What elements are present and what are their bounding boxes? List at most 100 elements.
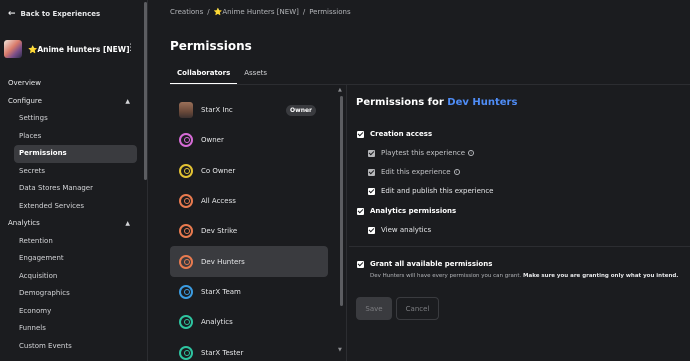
sidebar-item-funnels[interactable]: Funnels xyxy=(0,320,146,338)
panel-divider xyxy=(346,85,347,361)
sidebar-item-custom-events[interactable]: Custom Events xyxy=(0,338,146,356)
grant-all-label: Grant all available permissions xyxy=(370,260,493,268)
sidebar-item-acquisition[interactable]: Acquisition xyxy=(0,268,146,286)
collaborator-all-access[interactable]: All Access xyxy=(170,186,328,216)
page-title: Permissions xyxy=(170,39,252,53)
sidebar-item-places[interactable]: Places xyxy=(0,128,146,146)
permissions-title-prefix: Permissions for xyxy=(356,97,444,108)
sidebar-item-retention[interactable]: Retention xyxy=(0,233,146,251)
edit-publish-checkbox[interactable]: Edit and publish this experience xyxy=(368,187,494,195)
collaborator-name: Dev Hunters xyxy=(201,257,245,266)
cancel-button[interactable]: Cancel xyxy=(396,297,439,320)
back-label: Back to Experiences xyxy=(20,10,101,18)
grant-desc-warning: Make sure you are granting only what you… xyxy=(523,273,679,279)
sidebar-item-label: Data Stores Manager xyxy=(19,184,93,192)
permissions-title-group: Dev Hunters xyxy=(447,97,518,108)
collaborator-name: StarX Inc xyxy=(201,106,233,115)
sidebar-item-label: Analytics xyxy=(8,219,40,227)
collaborator-name: All Access xyxy=(201,197,236,206)
collaborator-dev-hunters[interactable]: Dev Hunters xyxy=(170,246,328,277)
sidebar-item-label: Secrets xyxy=(19,166,46,175)
collaborator-name: Dev Strike xyxy=(201,227,238,236)
collaborator-analytics[interactable]: Analytics xyxy=(170,307,328,337)
sidebar-section-analytics[interactable]: Analytics ▲ xyxy=(0,215,146,233)
collaborator-name: StarX Team xyxy=(201,287,241,296)
section-divider xyxy=(349,246,690,247)
info-icon[interactable] xyxy=(468,150,475,156)
analytics-permissions-checkbox[interactable]: Analytics permissions xyxy=(357,207,456,215)
role-icon xyxy=(179,284,193,299)
sidebar-item-label: Funnels xyxy=(19,324,46,332)
role-icon xyxy=(179,224,193,239)
sidebar-item-extended-services[interactable]: Extended Services xyxy=(0,198,146,216)
sidebar-item-demographics[interactable]: Demographics xyxy=(0,285,146,303)
checkbox-checked-icon xyxy=(368,187,375,195)
chevron-up-icon: ▲ xyxy=(125,97,130,105)
scroll-down-icon[interactable]: ▼ xyxy=(338,347,342,353)
view-analytics-checkbox[interactable]: View analytics xyxy=(368,226,431,234)
sidebar-item-label: Extended Services xyxy=(19,201,84,210)
sidebar-scrollbar[interactable] xyxy=(144,2,147,180)
grant-all-description: Dev Hunters will have every permission y… xyxy=(370,273,678,279)
sidebar-section-configure[interactable]: Configure ▲ xyxy=(0,93,146,111)
back-to-experiences-link[interactable]: ← Back to Experiences xyxy=(8,8,101,19)
experience-header: ⭐Anime Hunters [NEW] ⋮ xyxy=(4,40,135,58)
sidebar-item-label: Overview xyxy=(8,79,41,87)
breadcrumb: Creations / ⭐Anime Hunters [NEW] / Permissio… xyxy=(170,8,351,16)
tab-collaborators[interactable]: Collaborators xyxy=(170,69,238,85)
role-icon xyxy=(179,194,193,209)
role-icon xyxy=(179,345,193,360)
owner-badge: Owner xyxy=(286,105,316,116)
sidebar-item-overview[interactable]: Overview xyxy=(0,75,146,93)
grant-all-checkbox[interactable]: Grant all available permissions xyxy=(357,260,492,268)
breadcrumb-current: Permissions xyxy=(309,8,351,16)
analytics-permissions-label: Analytics permissions xyxy=(370,207,457,215)
collaborator-owner[interactable]: Owner xyxy=(170,125,328,155)
collaborator-starx-team[interactable]: StarX Team xyxy=(170,277,328,307)
collaborator-list: StarX Inc Owner Owner Co Owner All Acces… xyxy=(170,95,328,361)
permissions-title: Permissions for Dev Hunters xyxy=(356,97,517,108)
sidebar-item-secrets[interactable]: Secrets xyxy=(0,163,146,181)
checkbox-checked-icon xyxy=(357,130,364,138)
collaborator-name: Co Owner xyxy=(201,166,236,175)
chevron-up-icon: ▲ xyxy=(125,220,130,227)
sidebar-item-label: Demographics xyxy=(19,289,70,297)
sidebar-item-permissions[interactable]: Permissions xyxy=(14,145,137,163)
role-icon xyxy=(179,315,193,330)
sidebar-item-settings[interactable]: Settings xyxy=(0,110,146,128)
collaborator-name: StarX Tester xyxy=(201,348,244,357)
sidebar-item-label: Retention xyxy=(19,236,53,245)
breadcrumb-creations[interactable]: Creations xyxy=(170,8,203,16)
sidebar-item-label: Engagement xyxy=(19,254,64,262)
playtest-checkbox[interactable]: Playtest this experience xyxy=(368,149,475,157)
breadcrumb-experience[interactable]: ⭐Anime Hunters [NEW] xyxy=(214,8,299,16)
playtest-label: Playtest this experience xyxy=(381,149,466,157)
more-options-icon[interactable]: ⋮ xyxy=(126,43,135,53)
collaborator-starx-tester[interactable]: StarX Tester xyxy=(170,337,328,361)
save-button[interactable]: Save xyxy=(356,297,392,320)
sidebar-nav: Overview Configure ▲ Settings Places Perm… xyxy=(0,75,146,355)
collaborator-starx-inc[interactable]: StarX Inc Owner xyxy=(170,95,328,125)
arrow-left-icon: ← xyxy=(8,8,16,19)
edit-checkbox[interactable]: Edit this experience xyxy=(368,168,460,176)
sidebar-item-economy[interactable]: Economy xyxy=(0,303,146,321)
sidebar-item-label: Configure xyxy=(8,96,42,105)
checkbox-checked-icon xyxy=(357,207,364,215)
creation-access-checkbox[interactable]: Creation access xyxy=(357,130,432,138)
sidebar-item-label: Acquisition xyxy=(19,271,58,280)
sidebar-item-data-stores-manager[interactable]: Data Stores Manager xyxy=(0,180,146,198)
list-scrollbar[interactable] xyxy=(340,96,343,306)
collaborator-name: Analytics xyxy=(201,318,233,327)
collaborator-dev-strike[interactable]: Dev Strike xyxy=(170,216,328,246)
grant-desc-plain: Dev Hunters will have every permission y… xyxy=(370,273,522,279)
sidebar-item-label: Permissions xyxy=(19,149,67,157)
collaborator-co-owner[interactable]: Co Owner xyxy=(170,156,328,186)
tabs: Collaborators Assets xyxy=(170,69,274,85)
scroll-up-icon[interactable]: ▲ xyxy=(338,87,342,93)
sidebar-item-label: Custom Events xyxy=(19,341,72,350)
sidebar-item-label: Places xyxy=(19,131,42,140)
tab-assets[interactable]: Assets xyxy=(237,69,274,85)
sidebar-item-engagement[interactable]: Engagement xyxy=(0,250,146,268)
edit-publish-label: Edit and publish this experience xyxy=(381,187,494,195)
info-icon[interactable] xyxy=(453,169,460,175)
